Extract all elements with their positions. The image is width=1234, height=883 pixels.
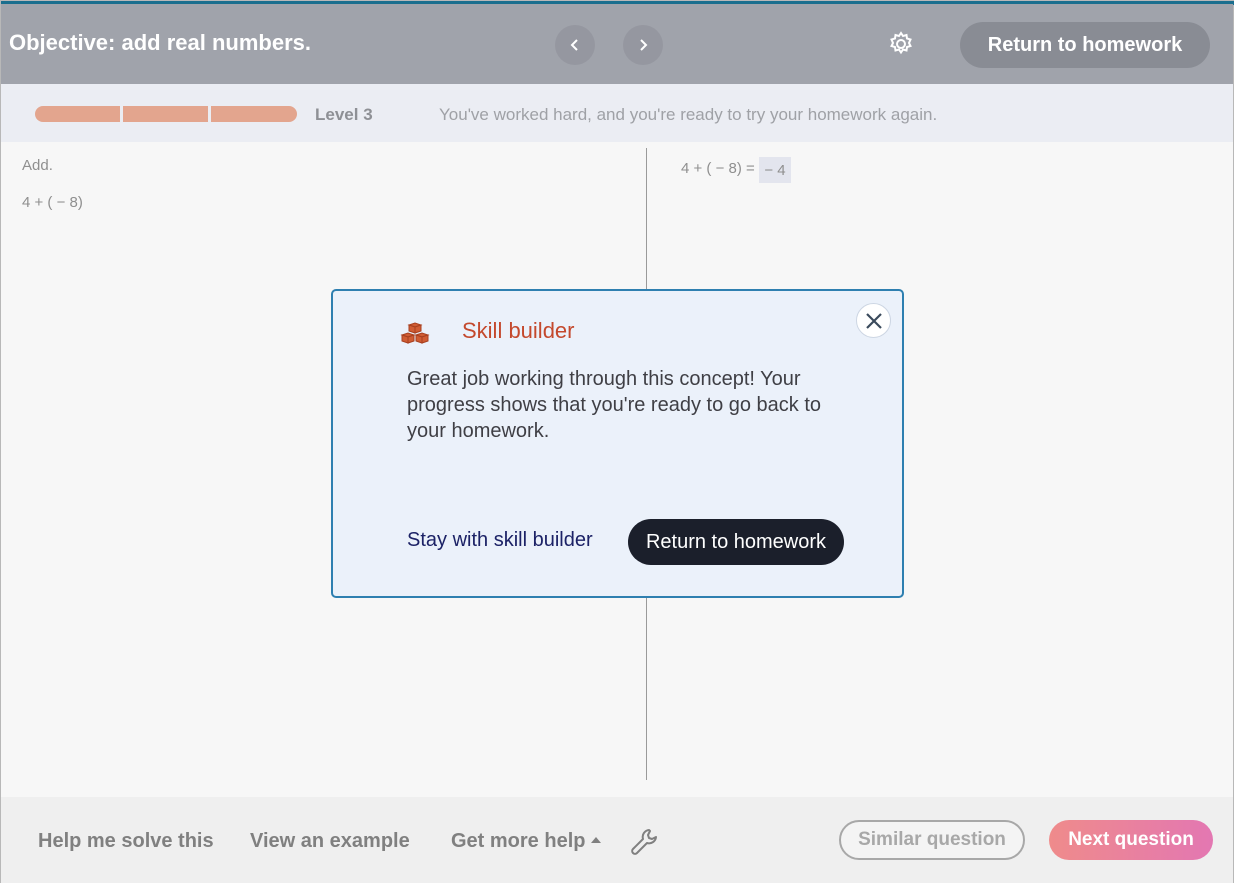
progress-segment — [211, 106, 297, 122]
similar-question-button[interactable]: Similar question — [839, 820, 1025, 860]
caret-up-icon — [591, 837, 602, 843]
header-bar: Objective: add real numbers. Return to h… — [1, 4, 1233, 84]
question-problem: 4 + ( − 8) — [22, 194, 83, 211]
work-equation: 4 + ( − 8) = — [681, 160, 755, 177]
return-to-homework-button[interactable]: Return to homework — [960, 22, 1210, 68]
level-message: You've worked hard, and you're ready to … — [439, 105, 938, 124]
get-more-help-label: Get more help — [451, 830, 586, 852]
next-question-button[interactable]: Next question — [1049, 820, 1213, 860]
skill-builder-dialog: Skill builder Great job working through … — [331, 289, 904, 598]
level-progress-bar: Level 3 You've worked hard, and you're r… — [1, 84, 1233, 142]
dialog-title: Skill builder — [462, 318, 575, 343]
question-instruction: Add. — [22, 157, 53, 174]
progress-segment — [35, 106, 120, 122]
view-example-link[interactable]: View an example — [250, 830, 410, 853]
blocks-icon — [400, 322, 430, 344]
chevron-right-icon — [640, 39, 648, 51]
close-icon — [865, 312, 882, 329]
wrench-icon[interactable] — [629, 827, 659, 857]
next-nav-button[interactable] — [623, 25, 663, 65]
dialog-return-to-homework-button[interactable]: Return to homework — [628, 519, 844, 565]
progress-segment — [123, 106, 208, 122]
close-button[interactable] — [856, 303, 891, 338]
answer-box[interactable]: − 4 — [759, 157, 791, 183]
stay-with-skill-builder-link[interactable]: Stay with skill builder — [407, 529, 593, 552]
get-more-help-menu[interactable]: Get more help — [451, 830, 602, 853]
previous-button[interactable] — [555, 25, 595, 65]
chevron-left-icon — [570, 39, 578, 51]
help-me-solve-link[interactable]: Help me solve this — [38, 830, 214, 853]
objective-title: Objective: add real numbers. — [9, 30, 311, 55]
level-label: Level 3 — [315, 105, 373, 124]
dialog-message: Great job working through this concept! … — [407, 368, 822, 442]
gear-icon[interactable] — [887, 30, 915, 58]
footer-bar: Help me solve this View an example Get m… — [1, 797, 1233, 883]
